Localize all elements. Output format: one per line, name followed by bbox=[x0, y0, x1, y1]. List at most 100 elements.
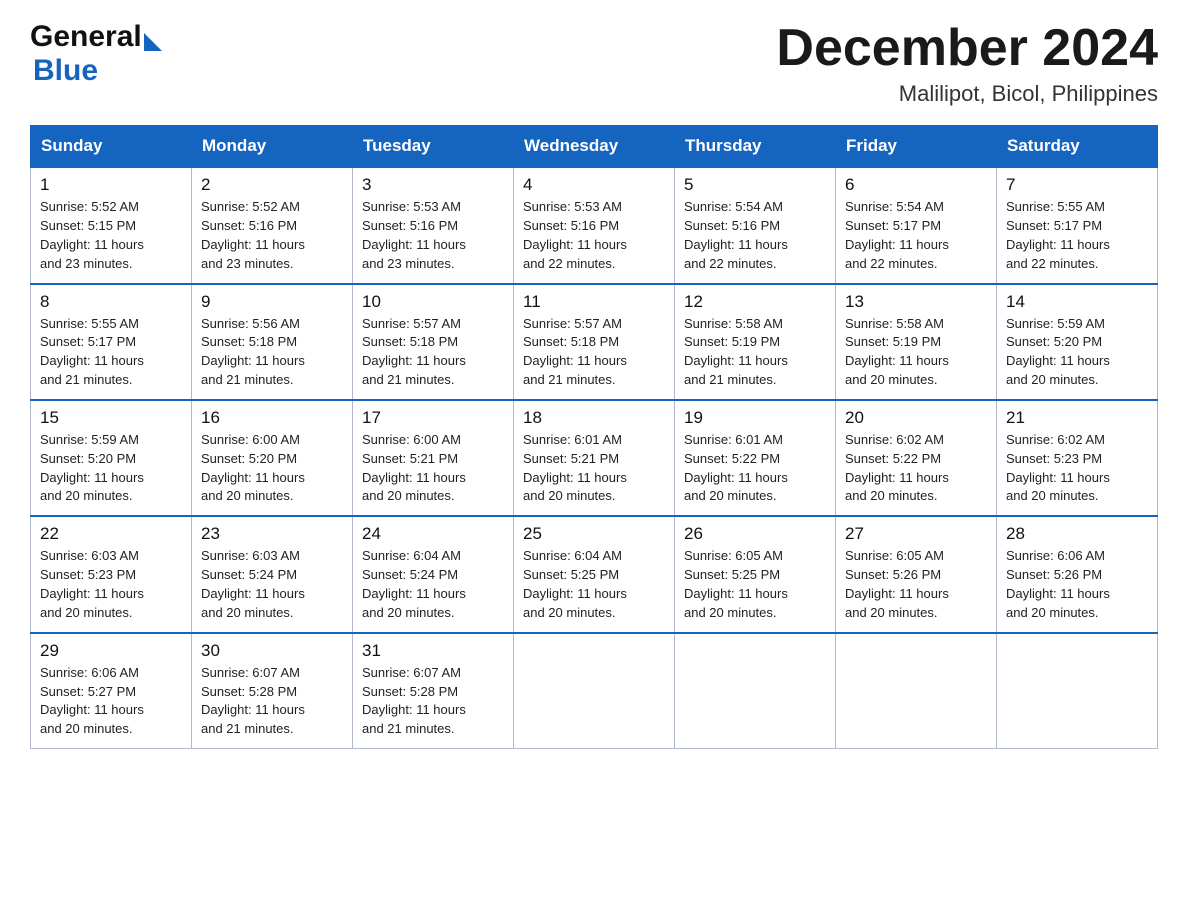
calendar-day-cell: 11 Sunrise: 5:57 AMSunset: 5:18 PMDaylig… bbox=[514, 284, 675, 400]
day-info: Sunrise: 6:03 AMSunset: 5:23 PMDaylight:… bbox=[40, 548, 144, 620]
day-number: 17 bbox=[362, 408, 504, 428]
calendar-header-friday: Friday bbox=[836, 126, 997, 168]
day-number: 5 bbox=[684, 175, 826, 195]
calendar-header-row: SundayMondayTuesdayWednesdayThursdayFrid… bbox=[31, 126, 1158, 168]
calendar-day-cell: 31 Sunrise: 6:07 AMSunset: 5:28 PMDaylig… bbox=[353, 633, 514, 749]
day-info: Sunrise: 5:54 AMSunset: 5:17 PMDaylight:… bbox=[845, 199, 949, 271]
title-block: December 2024 Malilipot, Bicol, Philippi… bbox=[776, 20, 1158, 107]
day-number: 19 bbox=[684, 408, 826, 428]
day-number: 16 bbox=[201, 408, 343, 428]
calendar-day-cell: 10 Sunrise: 5:57 AMSunset: 5:18 PMDaylig… bbox=[353, 284, 514, 400]
calendar-day-cell: 26 Sunrise: 6:05 AMSunset: 5:25 PMDaylig… bbox=[675, 516, 836, 632]
day-number: 28 bbox=[1006, 524, 1148, 544]
day-info: Sunrise: 5:53 AMSunset: 5:16 PMDaylight:… bbox=[523, 199, 627, 271]
calendar-day-cell: 27 Sunrise: 6:05 AMSunset: 5:26 PMDaylig… bbox=[836, 516, 997, 632]
day-number: 4 bbox=[523, 175, 665, 195]
day-info: Sunrise: 6:01 AMSunset: 5:21 PMDaylight:… bbox=[523, 432, 627, 504]
day-number: 21 bbox=[1006, 408, 1148, 428]
calendar-day-cell: 23 Sunrise: 6:03 AMSunset: 5:24 PMDaylig… bbox=[192, 516, 353, 632]
calendar-empty-cell bbox=[675, 633, 836, 749]
calendar-header-sunday: Sunday bbox=[31, 126, 192, 168]
day-number: 12 bbox=[684, 292, 826, 312]
calendar-empty-cell bbox=[836, 633, 997, 749]
calendar-day-cell: 17 Sunrise: 6:00 AMSunset: 5:21 PMDaylig… bbox=[353, 400, 514, 516]
calendar-day-cell: 8 Sunrise: 5:55 AMSunset: 5:17 PMDayligh… bbox=[31, 284, 192, 400]
calendar-header-tuesday: Tuesday bbox=[353, 126, 514, 168]
calendar-day-cell: 15 Sunrise: 5:59 AMSunset: 5:20 PMDaylig… bbox=[31, 400, 192, 516]
day-number: 6 bbox=[845, 175, 987, 195]
calendar-day-cell: 14 Sunrise: 5:59 AMSunset: 5:20 PMDaylig… bbox=[997, 284, 1158, 400]
calendar-day-cell: 30 Sunrise: 6:07 AMSunset: 5:28 PMDaylig… bbox=[192, 633, 353, 749]
day-info: Sunrise: 6:00 AMSunset: 5:20 PMDaylight:… bbox=[201, 432, 305, 504]
calendar-day-cell: 20 Sunrise: 6:02 AMSunset: 5:22 PMDaylig… bbox=[836, 400, 997, 516]
day-info: Sunrise: 6:00 AMSunset: 5:21 PMDaylight:… bbox=[362, 432, 466, 504]
day-number: 30 bbox=[201, 641, 343, 661]
day-number: 18 bbox=[523, 408, 665, 428]
calendar-day-cell: 2 Sunrise: 5:52 AMSunset: 5:16 PMDayligh… bbox=[192, 167, 353, 283]
day-info: Sunrise: 6:01 AMSunset: 5:22 PMDaylight:… bbox=[684, 432, 788, 504]
day-number: 31 bbox=[362, 641, 504, 661]
calendar-day-cell: 28 Sunrise: 6:06 AMSunset: 5:26 PMDaylig… bbox=[997, 516, 1158, 632]
day-info: Sunrise: 5:56 AMSunset: 5:18 PMDaylight:… bbox=[201, 316, 305, 388]
calendar-day-cell: 18 Sunrise: 6:01 AMSunset: 5:21 PMDaylig… bbox=[514, 400, 675, 516]
page-header: General Blue December 2024 Malilipot, Bi… bbox=[30, 20, 1158, 107]
day-number: 27 bbox=[845, 524, 987, 544]
day-info: Sunrise: 5:54 AMSunset: 5:16 PMDaylight:… bbox=[684, 199, 788, 271]
day-number: 13 bbox=[845, 292, 987, 312]
day-info: Sunrise: 6:06 AMSunset: 5:27 PMDaylight:… bbox=[40, 665, 144, 737]
day-info: Sunrise: 6:05 AMSunset: 5:26 PMDaylight:… bbox=[845, 548, 949, 620]
day-info: Sunrise: 5:53 AMSunset: 5:16 PMDaylight:… bbox=[362, 199, 466, 271]
day-info: Sunrise: 6:04 AMSunset: 5:24 PMDaylight:… bbox=[362, 548, 466, 620]
day-number: 11 bbox=[523, 292, 665, 312]
calendar-header-monday: Monday bbox=[192, 126, 353, 168]
day-info: Sunrise: 5:57 AMSunset: 5:18 PMDaylight:… bbox=[362, 316, 466, 388]
calendar-week-row: 15 Sunrise: 5:59 AMSunset: 5:20 PMDaylig… bbox=[31, 400, 1158, 516]
day-info: Sunrise: 5:58 AMSunset: 5:19 PMDaylight:… bbox=[845, 316, 949, 388]
day-info: Sunrise: 5:55 AMSunset: 5:17 PMDaylight:… bbox=[40, 316, 144, 388]
calendar-header-wednesday: Wednesday bbox=[514, 126, 675, 168]
day-number: 25 bbox=[523, 524, 665, 544]
calendar-day-cell: 1 Sunrise: 5:52 AMSunset: 5:15 PMDayligh… bbox=[31, 167, 192, 283]
calendar-day-cell: 7 Sunrise: 5:55 AMSunset: 5:17 PMDayligh… bbox=[997, 167, 1158, 283]
calendar-day-cell: 4 Sunrise: 5:53 AMSunset: 5:16 PMDayligh… bbox=[514, 167, 675, 283]
calendar-day-cell: 21 Sunrise: 6:02 AMSunset: 5:23 PMDaylig… bbox=[997, 400, 1158, 516]
day-info: Sunrise: 6:02 AMSunset: 5:23 PMDaylight:… bbox=[1006, 432, 1110, 504]
calendar-day-cell: 29 Sunrise: 6:06 AMSunset: 5:27 PMDaylig… bbox=[31, 633, 192, 749]
day-info: Sunrise: 6:07 AMSunset: 5:28 PMDaylight:… bbox=[362, 665, 466, 737]
day-info: Sunrise: 5:59 AMSunset: 5:20 PMDaylight:… bbox=[40, 432, 144, 504]
calendar-empty-cell bbox=[997, 633, 1158, 749]
day-number: 8 bbox=[40, 292, 182, 312]
location-title: Malilipot, Bicol, Philippines bbox=[776, 81, 1158, 107]
calendar-empty-cell bbox=[514, 633, 675, 749]
day-number: 26 bbox=[684, 524, 826, 544]
day-number: 22 bbox=[40, 524, 182, 544]
calendar-day-cell: 24 Sunrise: 6:04 AMSunset: 5:24 PMDaylig… bbox=[353, 516, 514, 632]
day-info: Sunrise: 5:52 AMSunset: 5:16 PMDaylight:… bbox=[201, 199, 305, 271]
day-number: 2 bbox=[201, 175, 343, 195]
logo-triangle-icon bbox=[144, 33, 162, 51]
calendar-day-cell: 9 Sunrise: 5:56 AMSunset: 5:18 PMDayligh… bbox=[192, 284, 353, 400]
day-number: 23 bbox=[201, 524, 343, 544]
day-info: Sunrise: 6:05 AMSunset: 5:25 PMDaylight:… bbox=[684, 548, 788, 620]
day-number: 1 bbox=[40, 175, 182, 195]
day-number: 9 bbox=[201, 292, 343, 312]
day-number: 29 bbox=[40, 641, 182, 661]
calendar-week-row: 8 Sunrise: 5:55 AMSunset: 5:17 PMDayligh… bbox=[31, 284, 1158, 400]
day-info: Sunrise: 6:07 AMSunset: 5:28 PMDaylight:… bbox=[201, 665, 305, 737]
calendar-header-saturday: Saturday bbox=[997, 126, 1158, 168]
day-info: Sunrise: 5:58 AMSunset: 5:19 PMDaylight:… bbox=[684, 316, 788, 388]
calendar-day-cell: 6 Sunrise: 5:54 AMSunset: 5:17 PMDayligh… bbox=[836, 167, 997, 283]
calendar-header-thursday: Thursday bbox=[675, 126, 836, 168]
day-number: 14 bbox=[1006, 292, 1148, 312]
day-info: Sunrise: 6:03 AMSunset: 5:24 PMDaylight:… bbox=[201, 548, 305, 620]
day-info: Sunrise: 6:06 AMSunset: 5:26 PMDaylight:… bbox=[1006, 548, 1110, 620]
calendar-day-cell: 16 Sunrise: 6:00 AMSunset: 5:20 PMDaylig… bbox=[192, 400, 353, 516]
calendar-day-cell: 19 Sunrise: 6:01 AMSunset: 5:22 PMDaylig… bbox=[675, 400, 836, 516]
day-info: Sunrise: 6:04 AMSunset: 5:25 PMDaylight:… bbox=[523, 548, 627, 620]
day-info: Sunrise: 5:55 AMSunset: 5:17 PMDaylight:… bbox=[1006, 199, 1110, 271]
day-number: 24 bbox=[362, 524, 504, 544]
logo: General Blue bbox=[30, 20, 162, 88]
day-info: Sunrise: 5:59 AMSunset: 5:20 PMDaylight:… bbox=[1006, 316, 1110, 388]
day-number: 7 bbox=[1006, 175, 1148, 195]
month-title: December 2024 bbox=[776, 20, 1158, 77]
